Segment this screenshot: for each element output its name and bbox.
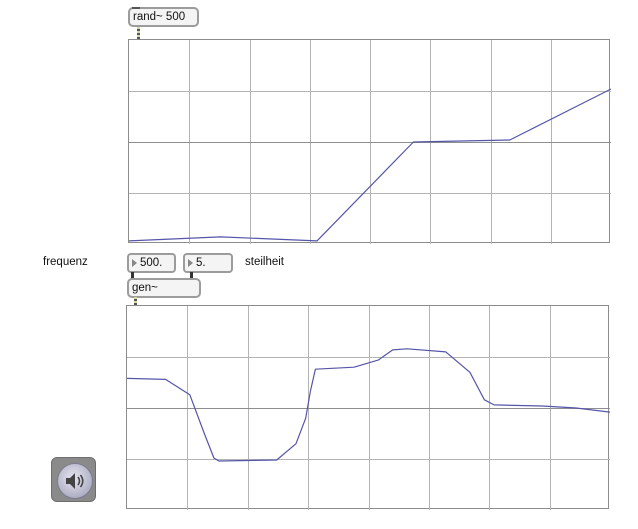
audio-output-button[interactable] [51, 457, 96, 502]
speaker-icon [66, 473, 84, 489]
triangle-icon [188, 259, 193, 267]
steepness-value: 5. [196, 257, 206, 269]
triangle-icon [132, 259, 137, 267]
rand-scope[interactable] [128, 39, 611, 244]
steepness-label: steilheit [245, 256, 284, 268]
frequency-label: frequenz [43, 256, 88, 268]
gen-scope[interactable] [126, 305, 610, 510]
gen-object[interactable]: gen~ [127, 278, 201, 298]
speaker-disc [57, 463, 93, 499]
frequency-number-box[interactable]: 500. [127, 253, 176, 273]
steepness-number-box[interactable]: 5. [183, 253, 233, 273]
rand-scope-plot [129, 40, 611, 244]
inlet[interactable] [132, 7, 140, 9]
signal-trace [127, 348, 610, 462]
rand-object-label: rand~ 500 [133, 11, 186, 23]
gen-scope-plot [127, 306, 610, 510]
rand-object[interactable]: rand~ 500 [128, 7, 199, 27]
frequency-value: 500. [140, 257, 163, 269]
gen-object-label: gen~ [132, 282, 158, 294]
